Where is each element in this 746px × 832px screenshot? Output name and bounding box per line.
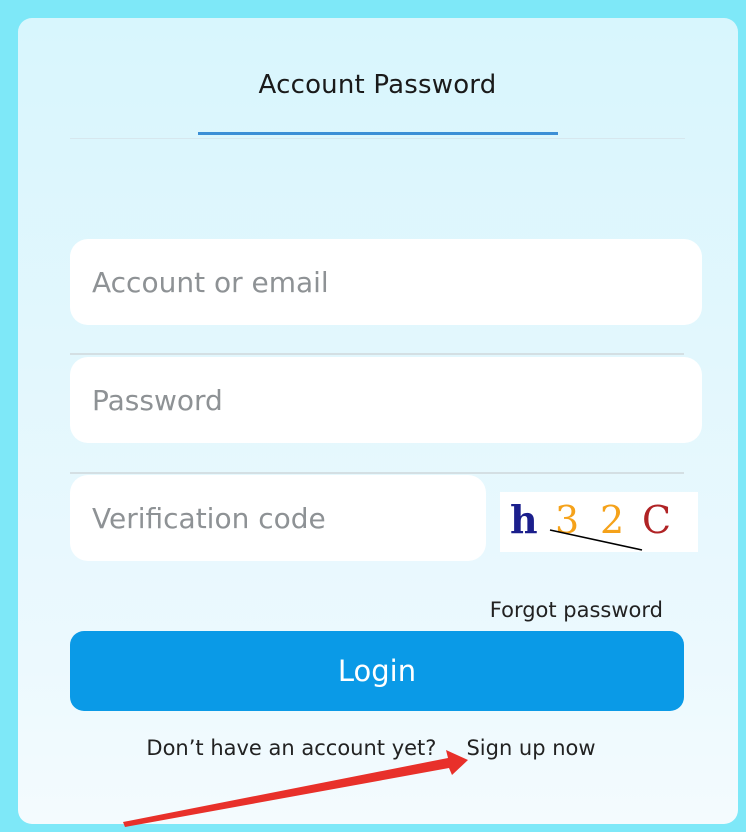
captcha-char: h	[510, 497, 538, 542]
password-field[interactable]	[70, 357, 702, 443]
captcha-char: C	[642, 498, 671, 542]
forgot-password-link[interactable]: Forgot password	[490, 598, 663, 622]
signup-prompt: Don’t have an account yet?	[146, 736, 437, 760]
verification-code-input[interactable]	[92, 501, 486, 535]
divider	[70, 472, 684, 474]
captcha-char: 2	[600, 498, 624, 542]
verification-field[interactable]	[70, 475, 486, 561]
signup-row: Don’t have an account yet? Sign up now	[18, 736, 738, 760]
tab-bar: Account Password	[70, 18, 685, 139]
account-field[interactable]	[70, 239, 702, 325]
login-button[interactable]: Login	[70, 631, 684, 711]
active-tab-indicator	[198, 132, 558, 135]
password-input[interactable]	[92, 383, 702, 417]
captcha-image[interactable]: h 3 2 C	[500, 492, 698, 552]
signup-link[interactable]: Sign up now	[466, 736, 595, 760]
account-input[interactable]	[92, 265, 702, 299]
divider	[70, 353, 684, 355]
tab-account-password[interactable]: Account Password	[70, 70, 685, 100]
login-card: Account Password h 3 2 C Forgot password…	[18, 18, 738, 824]
